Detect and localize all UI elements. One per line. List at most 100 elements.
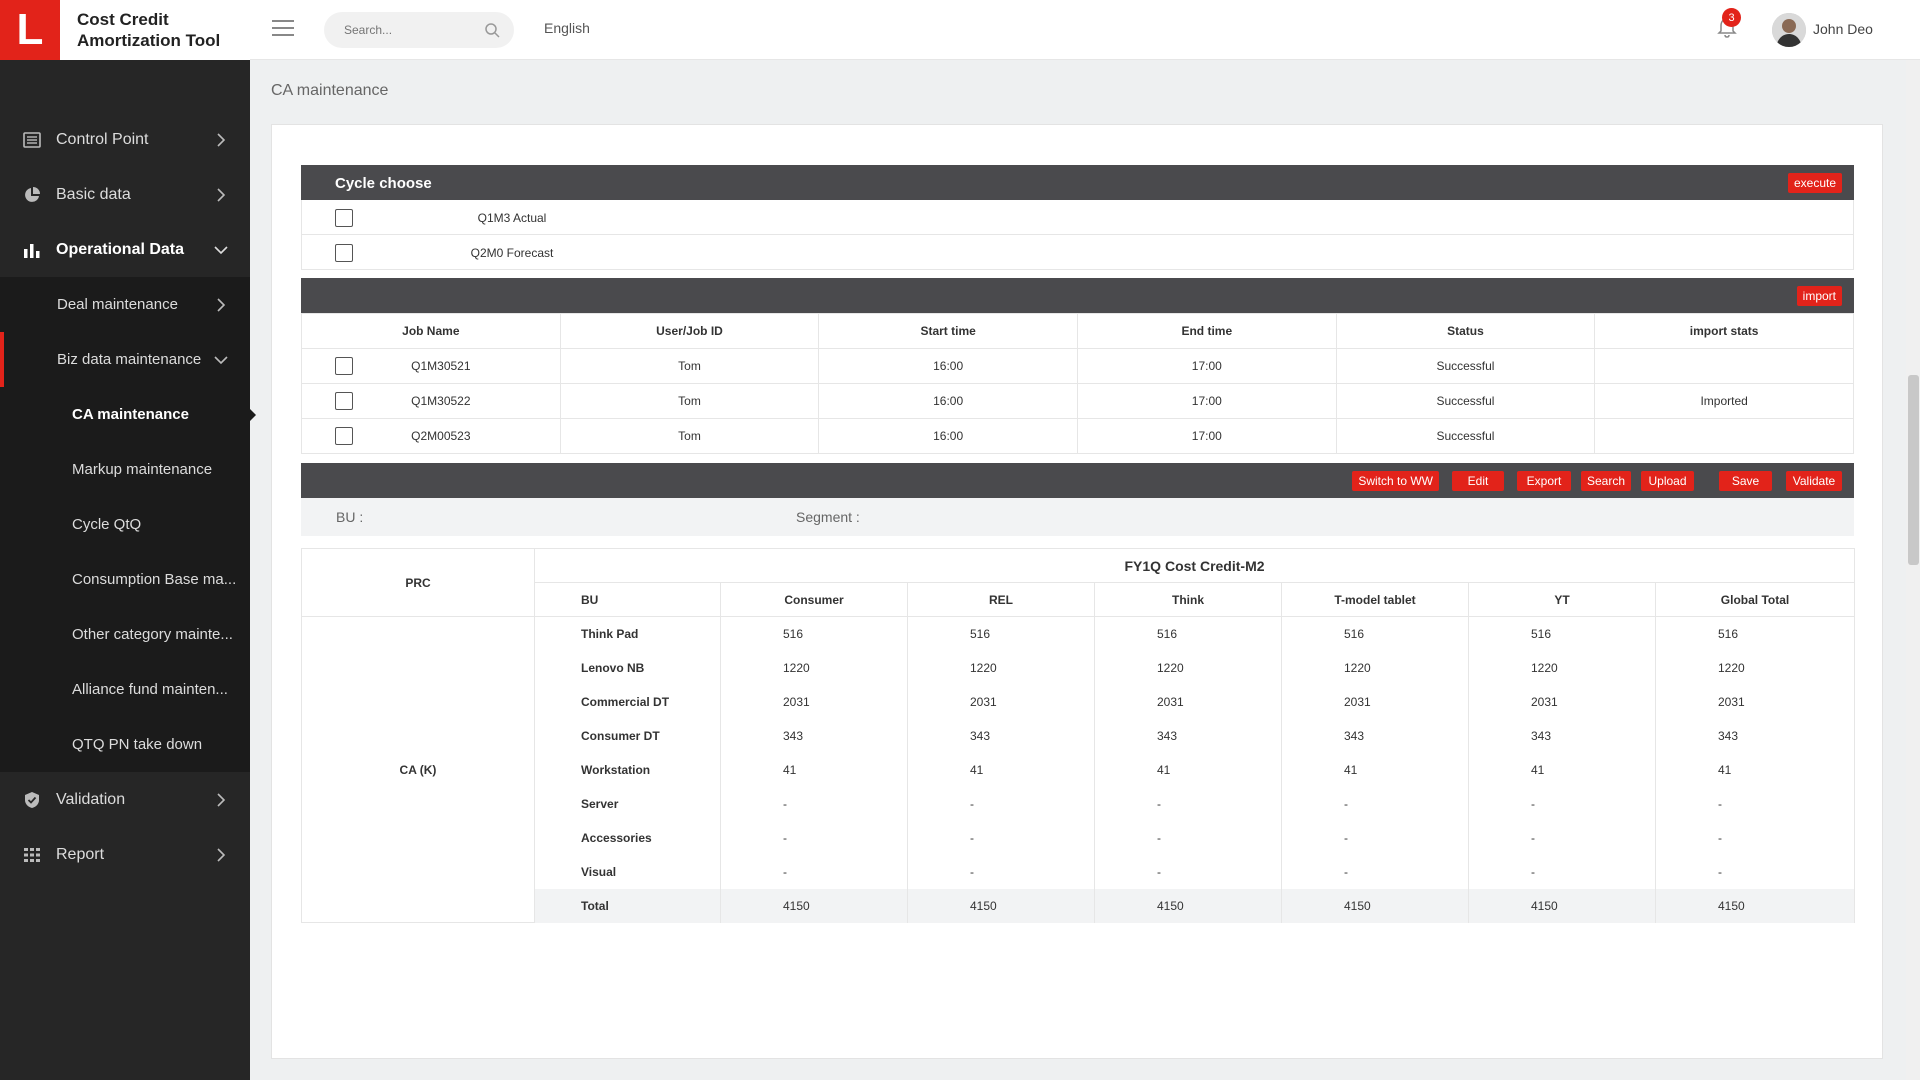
sidebar-item-other-category[interactable]: Other category mainte... [0, 607, 250, 662]
bar-chart-icon [22, 240, 42, 260]
value-cell: 41 [1094, 752, 1282, 787]
language-selector[interactable]: English [544, 20, 590, 36]
job-name-cell: Q1M30521 [301, 348, 561, 384]
cycle-checkbox[interactable] [335, 209, 353, 227]
table-row[interactable]: Q1M30521 Tom 16:00 17:00 Successful [301, 348, 1854, 384]
table-row: Lenovo NB 1220 1220 1220 1220 1220 1220 [302, 650, 1856, 685]
value-cell: - [1094, 786, 1282, 821]
sidebar-item-operational-data[interactable]: Operational Data [0, 222, 250, 277]
export-button[interactable]: Export [1517, 471, 1571, 491]
sidebar-item-validation[interactable]: Validation [0, 772, 250, 827]
sidebar-item-report[interactable]: Report [0, 827, 250, 882]
column-header: Global Total [1654, 582, 1856, 617]
row-checkbox[interactable] [335, 392, 353, 410]
bu-filter-label[interactable]: BU : [336, 509, 363, 525]
sidebar-item-control-point[interactable]: Control Point [0, 112, 250, 167]
cycle-checkbox[interactable] [335, 244, 353, 262]
row-checkbox[interactable] [335, 427, 353, 445]
sidebar-item-consumption-base[interactable]: Consumption Base ma... [0, 552, 250, 607]
job-user: Tom [559, 418, 820, 454]
value-cell: 41 [1281, 752, 1469, 787]
column-header: YT [1468, 582, 1656, 617]
value-cell: - [1281, 854, 1469, 889]
import-button[interactable]: import [1796, 286, 1842, 306]
jobs-header-row: Job Name User/Job ID Start time End time… [301, 313, 1854, 349]
cycle-option-label: Q1M3 Actual [477, 211, 547, 225]
table-row[interactable]: Q2M00523 Tom 16:00 17:00 Successful [301, 418, 1854, 454]
sidebar-item-label: Operational Data [56, 240, 185, 258]
value-cell: - [720, 820, 908, 855]
toolbar: Switch to WW Edit Export Search Upload S… [301, 463, 1854, 498]
sidebar-item-deal-maintenance[interactable]: Deal maintenance [0, 277, 250, 332]
value-cell: 4150 [907, 888, 1095, 923]
edit-button[interactable]: Edit [1452, 471, 1504, 491]
upload-button[interactable]: Upload [1641, 471, 1694, 491]
sidebar-item-markup-maintenance[interactable]: Markup maintenance [0, 442, 250, 497]
value-cell: 343 [720, 718, 908, 753]
value-cell: 4150 [1654, 888, 1856, 923]
sidebar-item-ca-maintenance[interactable]: CA maintenance [0, 387, 256, 442]
execute-button[interactable]: execute [1787, 173, 1842, 193]
table-row[interactable]: Q1M30522 Tom 16:00 17:00 Successful Impo… [301, 383, 1854, 419]
table-row: Server - - - - - - [302, 786, 1856, 821]
cycle-section: Cycle choose execute Q1M3 Actual Q2M0 Fo… [301, 165, 1854, 270]
value-cell: 1220 [720, 650, 908, 685]
page-title: CA maintenance [271, 82, 389, 99]
job-user: Tom [559, 383, 820, 419]
menu-toggle-icon[interactable] [272, 20, 294, 38]
sidebar-item-qtq-pn-take-down[interactable]: QTQ PN take down [0, 717, 250, 772]
pie-chart-icon [22, 185, 42, 205]
job-end: 17:00 [1076, 348, 1337, 384]
search-icon[interactable] [484, 22, 500, 38]
value-cell: 1220 [1281, 650, 1469, 685]
sidebar-item-label: Biz data maintenance [57, 351, 202, 368]
data-section: Switch to WW Edit Export Search Upload S… [301, 463, 1854, 536]
sidebar-nav: Control Point Basic data Operational Dat… [0, 112, 256, 882]
validate-button[interactable]: Validate [1786, 471, 1842, 491]
value-cell: 1220 [1468, 650, 1656, 685]
value-cell: - [1654, 854, 1856, 889]
bu-name-cell: Visual [534, 854, 721, 889]
group-header-row: PRC FY1Q Cost Credit-M2 [301, 548, 1856, 617]
chevron-right-icon [217, 847, 226, 862]
sidebar-item-biz-data-maintenance[interactable]: Biz data maintenance [0, 332, 250, 387]
table-row: Visual - - - - - - [302, 854, 1856, 889]
sidebar-item-label: QTQ PN take down [72, 736, 203, 753]
segment-filter-label[interactable]: Segment : [796, 509, 860, 525]
cost-credit-table-block: PRC FY1Q Cost Credit-M2 BU Consumer REL … [301, 548, 1856, 923]
topbar: English [250, 0, 1920, 60]
search-box [324, 12, 514, 48]
save-button[interactable]: Save [1719, 471, 1772, 491]
job-import-stats [1594, 418, 1854, 454]
chevron-right-icon [217, 792, 226, 807]
scrollbar-thumb[interactable] [1908, 375, 1919, 565]
jobs-header: import [301, 278, 1854, 313]
prc-value: CA (K) [301, 616, 535, 923]
column-header: Status [1335, 313, 1596, 349]
sidebar-item-basic-data[interactable]: Basic data [0, 167, 250, 222]
switch-to-ww-button[interactable]: Switch to WW [1352, 471, 1439, 491]
bu-name-cell: Workstation [534, 752, 721, 787]
value-cell: - [907, 854, 1095, 889]
search-input[interactable] [344, 23, 474, 37]
value-cell: 343 [1281, 718, 1469, 753]
cycle-option-row: Q2M0 Forecast [301, 235, 1854, 270]
operational-data-submenu: Deal maintenance Biz data maintenance CA… [0, 277, 256, 772]
column-header: Start time [818, 313, 1078, 349]
sidebar-item-alliance-fund[interactable]: Alliance fund mainten... [0, 662, 250, 717]
sidebar-item-label: Report [56, 845, 105, 863]
row-checkbox[interactable] [335, 357, 353, 375]
value-cell: 516 [1468, 616, 1656, 651]
active-indicator [0, 332, 4, 387]
job-start: 16:00 [818, 383, 1078, 419]
value-cell: - [720, 854, 908, 889]
avatar[interactable] [1772, 13, 1806, 47]
value-cell: 516 [1094, 616, 1282, 651]
page-scrollbar[interactable] [1906, 60, 1920, 1080]
search-button[interactable]: Search [1581, 471, 1631, 491]
value-cell: 4150 [1094, 888, 1282, 923]
user-name[interactable]: John Deo [1813, 21, 1873, 37]
value-cell: 2031 [907, 684, 1095, 719]
column-header: BU [534, 582, 721, 617]
sidebar-item-cycle-qtq[interactable]: Cycle QtQ [0, 497, 250, 552]
